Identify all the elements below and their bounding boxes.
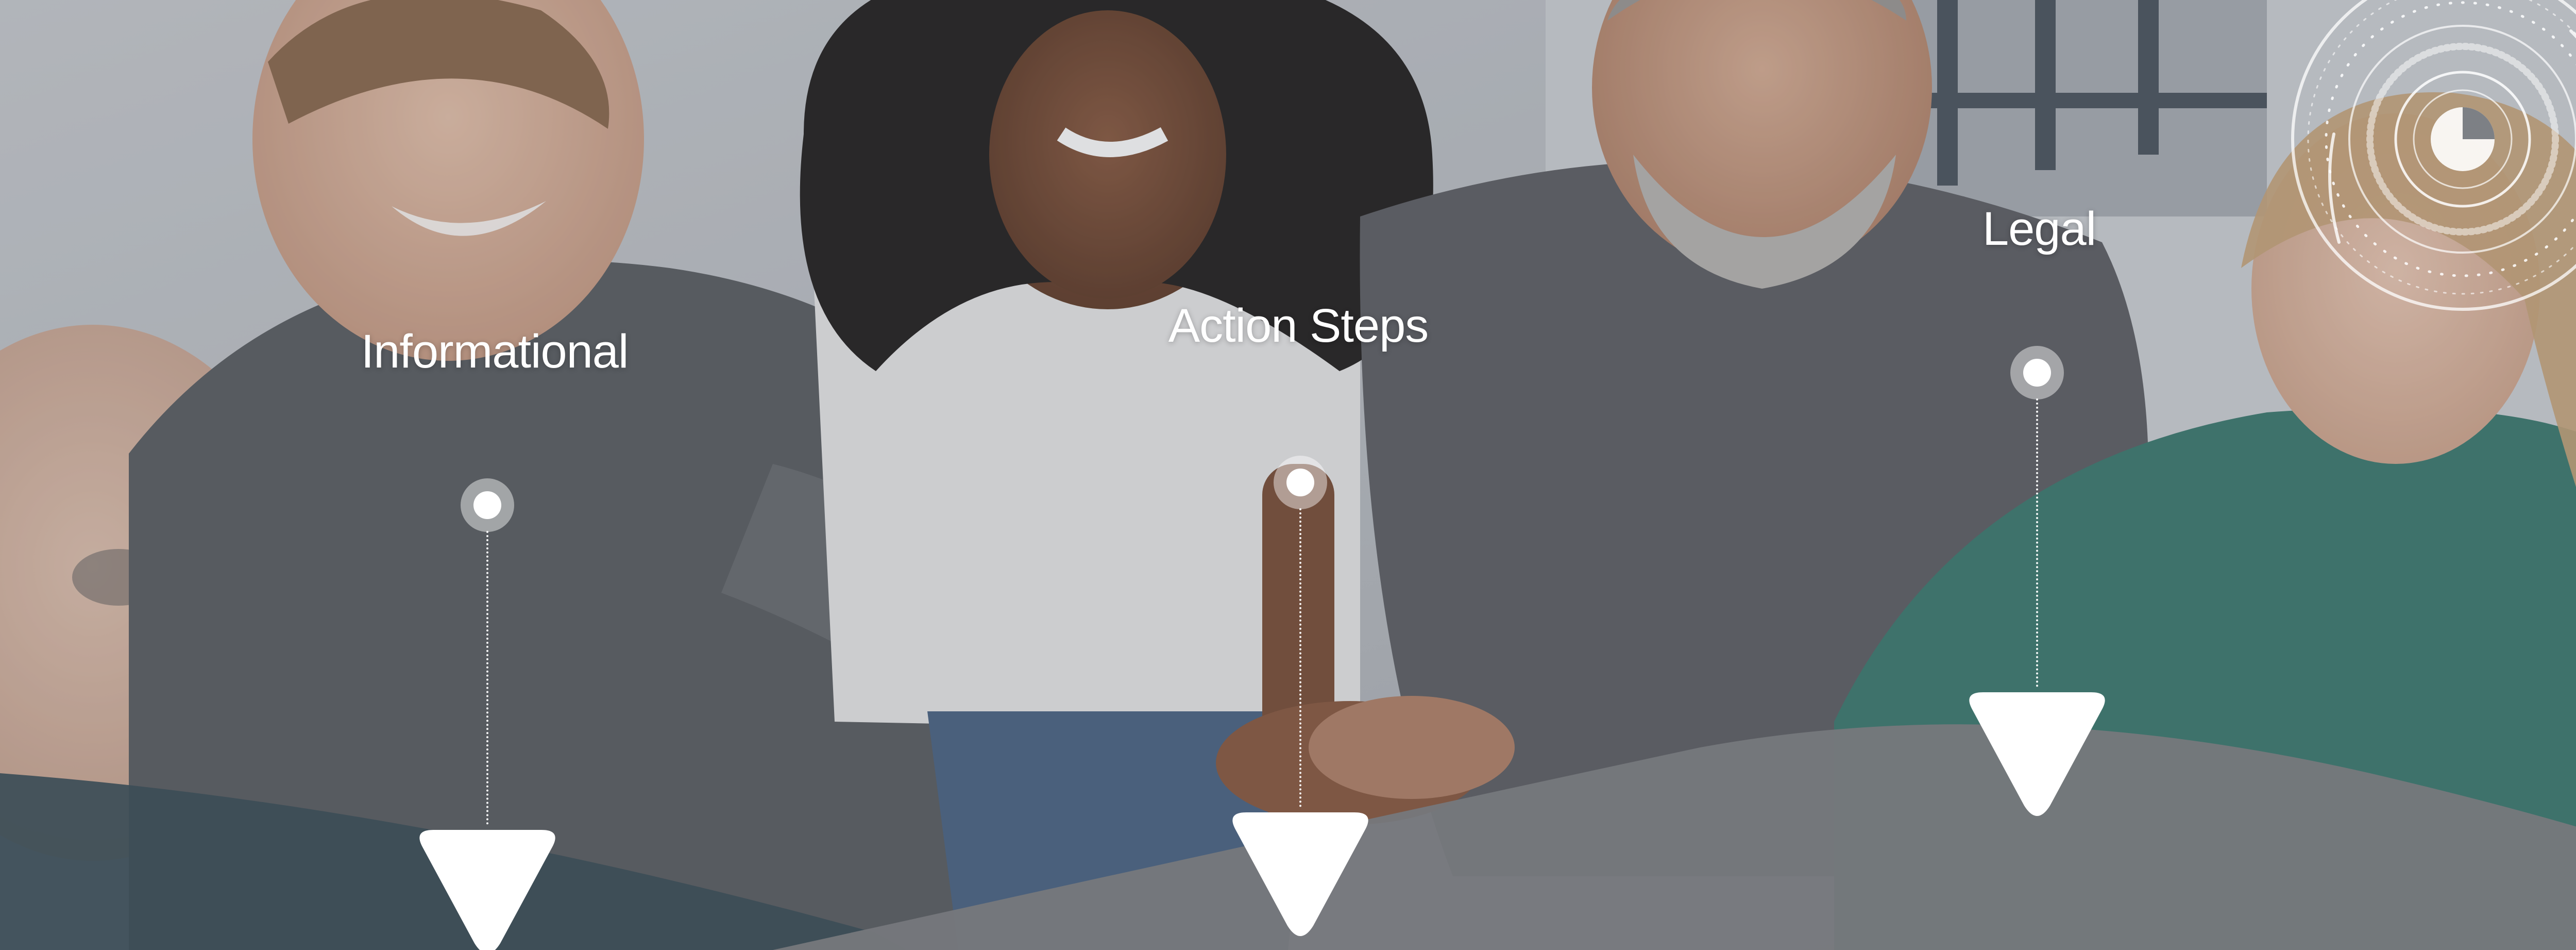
dotted-connector-line <box>1299 508 1301 807</box>
step-label-action-steps: Action Steps <box>1168 299 1429 352</box>
rounded-triangle-marker-icon <box>1962 687 2112 821</box>
step-label-legal: Legal <box>1982 203 2096 255</box>
location-pin-dot-icon <box>1274 456 1327 509</box>
location-pin-dot-icon <box>2010 346 2064 399</box>
wave-gray <box>773 724 2576 950</box>
location-pin-dot-icon <box>461 478 514 532</box>
step-label-informational: Informational <box>361 325 629 378</box>
slide-canvas: Informational Action Steps Legal <box>0 0 2576 950</box>
rounded-triangle-marker-icon <box>1226 807 1375 941</box>
rounded-triangle-marker-icon <box>413 825 562 950</box>
circular-dial-icon <box>2291 0 2576 311</box>
dotted-connector-line <box>486 531 488 825</box>
dotted-connector-line <box>2036 398 2038 687</box>
